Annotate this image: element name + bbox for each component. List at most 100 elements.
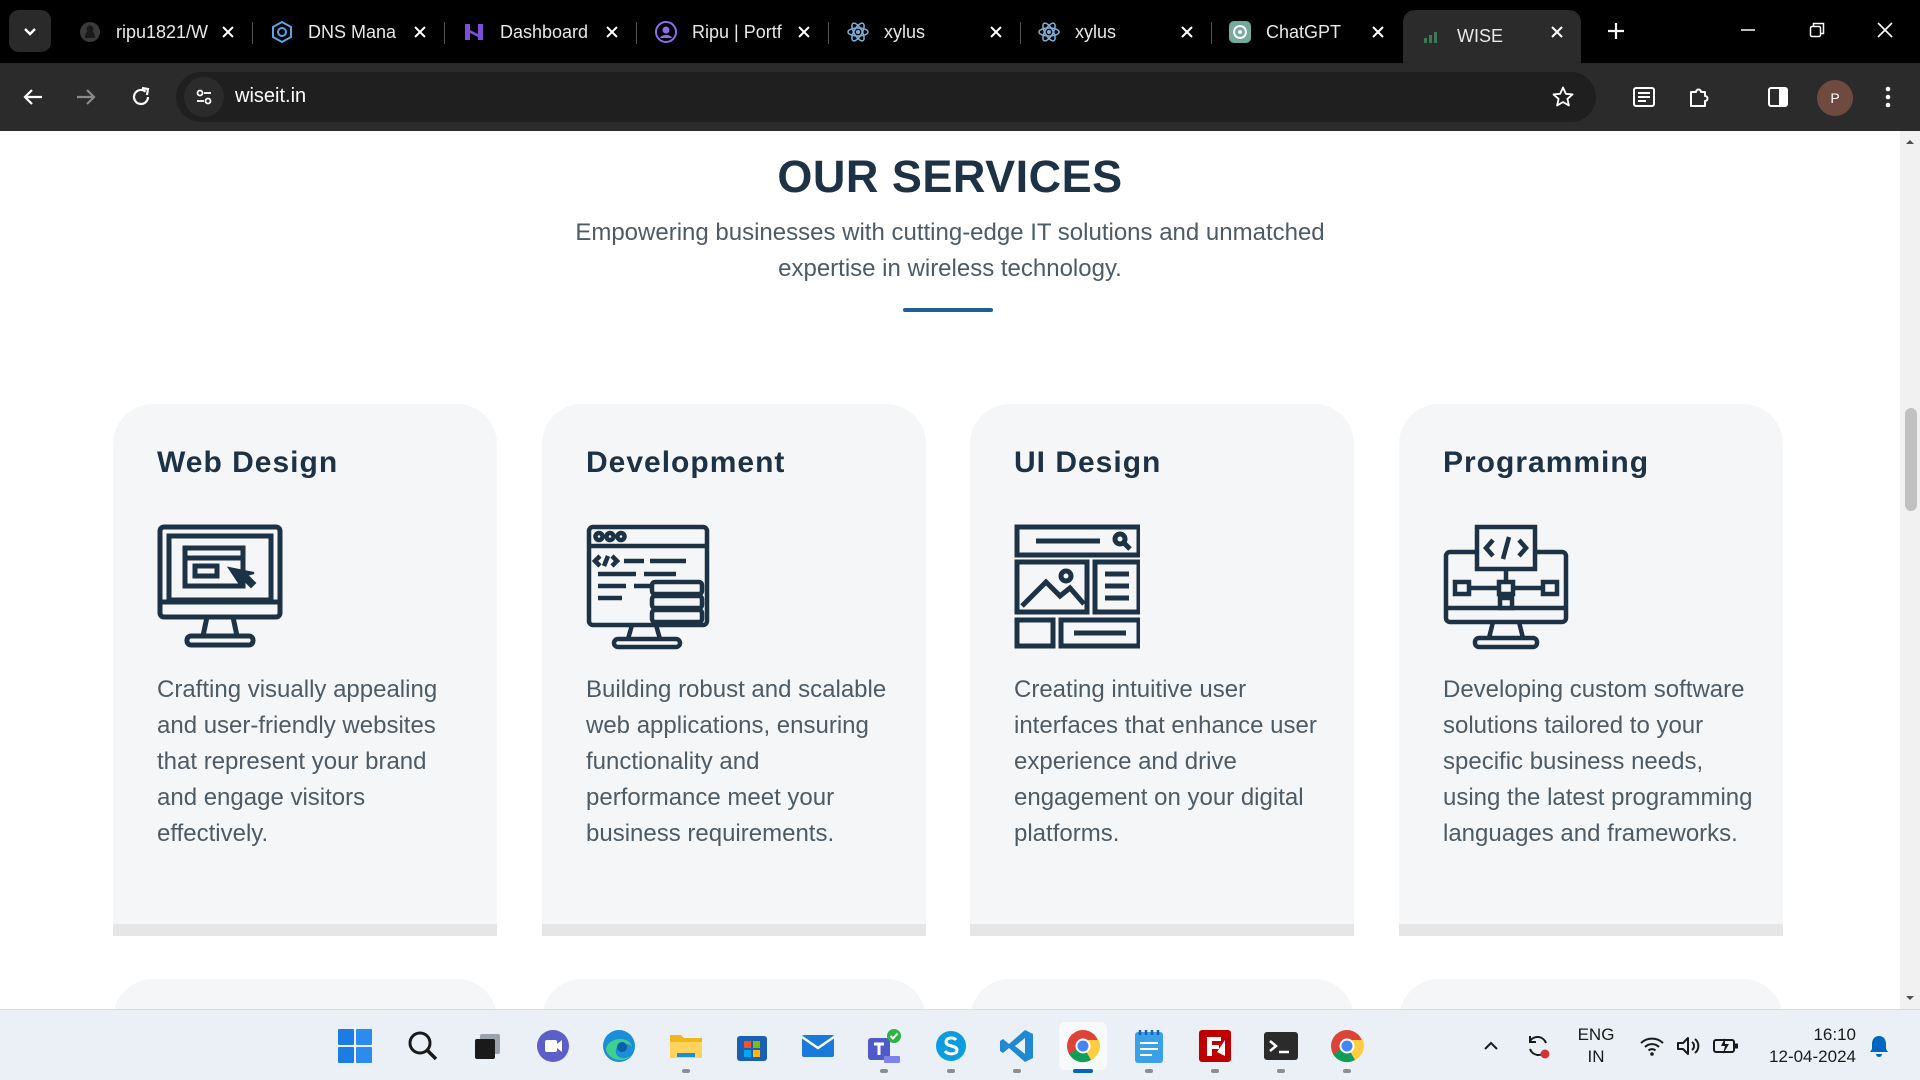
taskbar-edge[interactable] [595,1022,643,1070]
taskbar-vscode[interactable] [993,1022,1041,1073]
puzzle-icon [1690,88,1709,107]
taskbar-search[interactable] [399,1022,447,1070]
taskbar-file-explorer[interactable] [662,1022,710,1073]
side-panel-button[interactable] [1758,77,1798,117]
extensions-button[interactable] [1679,77,1719,117]
running-indicator [1013,1069,1021,1073]
taskbar-notepad[interactable] [1125,1022,1173,1073]
tab-dns[interactable]: DNS Mana [254,10,445,54]
tab-close-icon[interactable] [792,20,816,44]
taskbar-skype[interactable] [927,1022,975,1073]
forward-button[interactable] [66,77,106,117]
taskbar-meet[interactable] [529,1022,577,1070]
tab-chatgpt[interactable]: ChatGPT [1212,10,1402,54]
terminal-icon [1264,1032,1298,1060]
scroll-down-arrow-icon[interactable] [1905,993,1915,1003]
task-view-icon [475,1034,500,1059]
task-view-button[interactable] [464,1022,512,1070]
taskbar-mail[interactable] [794,1022,842,1070]
tab-close-icon[interactable] [408,20,432,44]
taskbar-filezilla[interactable] [1191,1022,1239,1073]
tab-search-button[interactable] [9,10,51,52]
section-subheading: Empowering businesses with cutting-edge … [575,219,1325,282]
running-indicator [1277,1069,1285,1073]
site-info-button[interactable] [184,77,224,117]
taskbar-teams[interactable] [860,1022,908,1073]
minimize-button[interactable] [1716,0,1780,60]
reload-button[interactable] [121,77,161,117]
service-card-partial [113,979,497,1009]
service-title: Web Design [157,446,339,479]
tab-title: ChatGPT [1266,21,1342,42]
restore-button[interactable] [1785,0,1849,60]
url-text[interactable]: wiseit.in [235,85,306,108]
bell-icon [1870,1036,1888,1057]
running-indicator [1145,1069,1153,1073]
service-title: Development [586,446,786,479]
back-button[interactable] [13,77,53,117]
service-card-programming[interactable]: Programming Developing custom software s… [1399,404,1783,936]
web-design-icon [157,524,283,648]
tab-title: Dashboard [500,21,589,42]
show-hidden-icons-button[interactable] [1480,1028,1502,1064]
programming-icon [1443,524,1569,650]
profile-avatar[interactable]: P [1817,80,1853,116]
file-explorer-icon [670,1035,702,1058]
tab-wise[interactable]: WISE [1403,10,1581,63]
skype-icon [936,1031,966,1061]
service-card-development[interactable]: Development Building robust and scalable… [542,404,926,936]
system-clock[interactable]: 16:10 12-04-2024 [1752,1024,1856,1068]
close-window-button[interactable] [1853,0,1917,60]
battery-button[interactable] [1711,1028,1741,1064]
taskbar-store[interactable] [728,1022,776,1070]
tab-xylus-2[interactable]: xylus [1021,10,1212,54]
tab-close-icon[interactable] [1175,20,1199,44]
volume-icon [1677,1037,1700,1055]
start-button[interactable] [331,1022,379,1070]
network-button[interactable] [1638,1028,1666,1064]
reload-icon [132,86,150,106]
wise-icon [1419,25,1443,49]
service-card-ui-design[interactable]: UI Design Creating intuitive user interf… [970,404,1354,936]
taskbar-terminal[interactable] [1257,1022,1305,1073]
region-code: IN [1587,1047,1605,1066]
service-card-web-design[interactable]: Web Design Crafting visually appealing a… [113,404,497,936]
service-card-partial [970,979,1354,1009]
tab-close-icon[interactable] [1545,20,1569,44]
wifi-icon [1640,1037,1664,1056]
tab-title: WISE [1457,26,1504,46]
reading-list-button[interactable] [1624,77,1664,117]
scroll-up-arrow-icon[interactable] [1905,137,1915,147]
page-scrollbar[interactable] [1900,131,1920,1009]
service-card-partial [542,979,926,1009]
service-description: Creating intuitive user interfaces that … [1014,676,1317,847]
menu-button[interactable] [1868,77,1908,117]
scrollbar-thumb[interactable] [1905,408,1917,511]
service-card-partial [1399,979,1783,1009]
taskbar-chrome[interactable] [1323,1022,1371,1073]
chrome-icon [1067,1030,1101,1063]
tab-close-icon[interactable] [600,20,624,44]
sync-tray-icon[interactable] [1522,1028,1554,1064]
edge-icon [603,1030,635,1062]
language-indicator[interactable]: ENG IN [1568,1024,1624,1068]
page-viewport: OUR SERVICES Empowering businesses with … [0,131,1900,1009]
volume-button[interactable] [1674,1028,1702,1064]
close-icon [1877,22,1893,38]
search-icon [408,1031,438,1061]
address-bar[interactable]: wiseit.in [176,72,1596,122]
bookmark-button[interactable] [1548,82,1578,112]
tab-dashboard[interactable]: Dashboard [446,10,637,54]
notifications-button[interactable] [1864,1028,1894,1064]
side-panel-icon [1768,87,1788,107]
new-tab-button[interactable] [1599,14,1633,48]
taskbar-chrome-active[interactable] [1059,1022,1107,1073]
tab-close-icon[interactable] [984,20,1008,44]
tab-title: DNS Mana [308,21,397,42]
tab-xylus-1[interactable]: xylus [830,10,1021,54]
tab-close-icon[interactable] [1366,20,1390,44]
tab-github[interactable]: ripu1821/W [62,10,253,54]
chatgpt-icon [1228,20,1252,44]
tab-portfolio[interactable]: Ripu | Portf [638,10,829,54]
tab-close-icon[interactable] [216,20,240,44]
